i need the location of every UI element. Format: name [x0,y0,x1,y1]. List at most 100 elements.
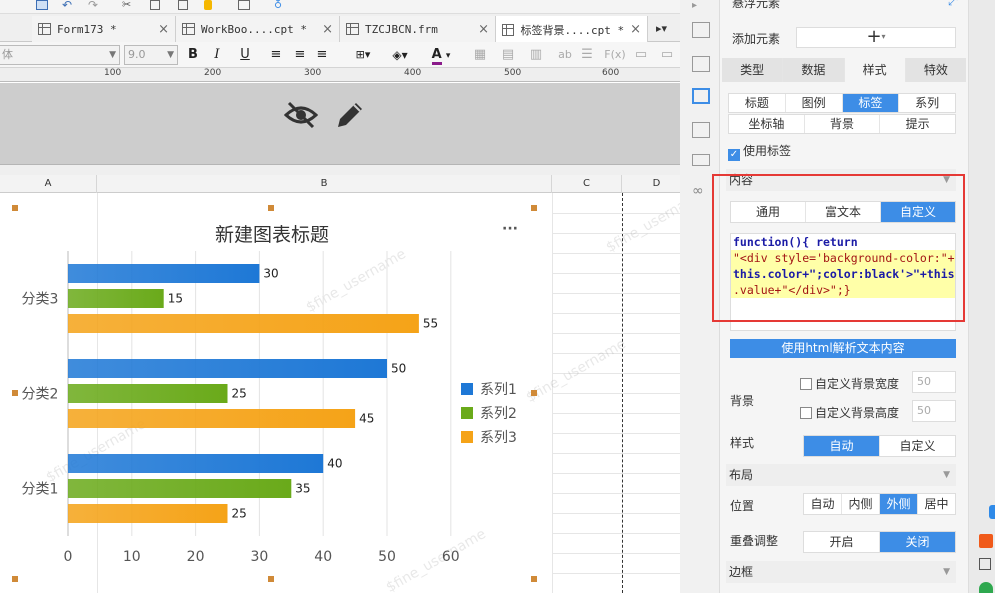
subtab-legend[interactable]: 图例 [786,94,843,112]
bg-height-input[interactable]: 50 [912,400,956,422]
spreadsheet-canvas[interactable]: $fine_username $fine_username $fine_user… [0,193,680,593]
expand-icon[interactable]: ⤢ [948,0,958,9]
y-category-label: 分类1 [22,482,59,498]
close-icon[interactable]: × [322,22,333,37]
subtab-label[interactable]: 标签 [842,94,900,112]
fill-color-icon[interactable]: ◈▾ [386,46,414,64]
tab-list-icon[interactable]: ▸▾ [656,22,667,35]
bold-button[interactable]: B [186,46,200,64]
html-parse-button[interactable]: 使用html解析文本内容 [730,339,956,358]
sub-report-icon[interactable]: ▭ [634,46,648,64]
rich-text-button[interactable]: ab [556,46,574,64]
save-icon[interactable] [36,0,48,10]
use-label-checkbox[interactable]: ✓ 使用标签 [728,142,791,161]
style-custom[interactable]: 自定义 [880,436,955,456]
x-tick-label: 60 [442,549,460,565]
bar [68,384,228,403]
cell-attr-icon[interactable] [692,22,710,38]
legend-swatch [461,407,473,419]
font-color-glyph: A [431,47,442,65]
underline-button[interactable]: U [238,46,252,64]
chat-icon[interactable] [979,582,993,593]
subtab-axis[interactable]: 坐标轴 [729,115,805,133]
position-center[interactable]: 居中 [918,494,955,514]
tab-tzcjbcn[interactable]: TZCJBCN.frm × [340,16,496,42]
custom-bg-height-checkbox[interactable]: 自定义背景高度 [800,404,899,421]
tab-label-background[interactable]: 标签背景....cpt * × [496,16,648,43]
border-icon[interactable]: ⊞▾ [352,46,374,64]
tab-label: TZCJBCN.frm [365,22,438,36]
hide-icon[interactable] [284,99,318,131]
column-header-bar: A B C D [0,175,692,193]
divider [0,165,680,175]
font-color-button[interactable]: A ▾ [426,46,456,65]
close-icon[interactable]: × [630,22,641,37]
copy-icon[interactable] [150,0,160,10]
custom-bg-width-checkbox[interactable]: 自定义背景宽度 [800,375,899,392]
layout-section-header[interactable]: 布局 ▼ [726,464,956,486]
column-header-b[interactable]: B [97,175,552,193]
cut-icon[interactable]: ✂ [122,0,136,12]
image-icon[interactable]: ▤ [500,46,516,64]
float-element-icon[interactable] [692,88,710,104]
collapse-icon[interactable]: ▸ [692,0,710,16]
merge-icon[interactable]: ☰ [580,46,594,64]
edit-icon[interactable] [334,99,366,131]
tab-data[interactable]: 数据 [783,58,845,82]
notification-icon[interactable] [979,534,993,548]
position-outside[interactable]: 外侧 [880,494,918,514]
subtab-background[interactable]: 背景 [805,115,881,133]
font-size-select[interactable]: 9.0 ▼ [124,45,178,65]
data-label: 50 [391,362,406,376]
ruler-label: 300 [304,68,322,78]
chart-insert-icon[interactable]: ▥ [528,46,544,64]
align-left-icon[interactable]: ≡ [268,46,284,64]
bar [68,409,356,428]
align-center-icon[interactable]: ≡ [292,46,308,64]
overlap-off[interactable]: 关闭 [880,532,955,552]
position-inside[interactable]: 内侧 [842,494,880,514]
redo-icon[interactable]: ↷ [88,0,102,12]
assistant-icon[interactable] [989,505,995,519]
position-auto[interactable]: 自动 [804,494,842,514]
overlap-on[interactable]: 开启 [804,532,880,552]
align-right-icon[interactable]: ≡ [314,46,330,64]
italic-button[interactable]: I [210,46,224,64]
panel-scrollbar[interactable] [968,0,995,593]
border-section-header[interactable]: 边框 ▼ [726,561,956,583]
window-icon[interactable] [979,558,991,570]
preview-icon[interactable] [238,0,250,10]
paste-icon[interactable] [178,0,188,10]
tab-type[interactable]: 类型 [722,58,784,82]
tab-form173[interactable]: Form173 * × [32,16,176,42]
column-header-a[interactable]: A [0,175,97,193]
bg-width-input[interactable]: 50 [912,371,956,393]
tab-style[interactable]: 样式 [844,58,906,82]
formula-button[interactable]: F(x) [604,46,626,64]
format-painter-icon[interactable] [204,0,212,10]
more-icon[interactable]: ▭ [660,46,674,64]
subtab-title[interactable]: 标题 [729,94,786,112]
widget-icon[interactable] [692,122,710,138]
table-icon[interactable]: ▦ [472,46,488,64]
tab-workbook[interactable]: WorkBoo....cpt * × [176,16,340,42]
subtab-series[interactable]: 系列 [899,94,955,112]
style-auto[interactable]: 自动 [804,436,880,456]
file-tab-bar: Form173 * × WorkBoo....cpt * × TZCJBCN.f… [0,14,680,43]
plus-icon: + [866,26,882,47]
bar-chart[interactable]: 新建图表标题 ··· 0 10 20 30 40 50 60 分类1 40 35 25 分类2 50 25 45… [0,193,552,593]
undo-icon[interactable]: ↶ [62,0,76,12]
link-icon[interactable]: ∞ [692,184,710,200]
data-set-icon[interactable] [692,154,710,166]
grid-icon [182,23,195,35]
font-name-select[interactable]: 体 ▼ [0,45,120,65]
column-header-c[interactable]: C [552,175,622,193]
add-element-button[interactable]: +▾ [796,27,956,48]
condition-icon[interactable] [692,56,710,72]
tab-effect[interactable]: 特效 [905,58,966,82]
subtab-tooltip[interactable]: 提示 [880,115,955,133]
x-tick-label: 30 [250,549,268,565]
close-icon[interactable]: × [158,22,169,37]
close-icon[interactable]: × [478,22,489,37]
location-icon[interactable]: ♁ [274,0,288,12]
